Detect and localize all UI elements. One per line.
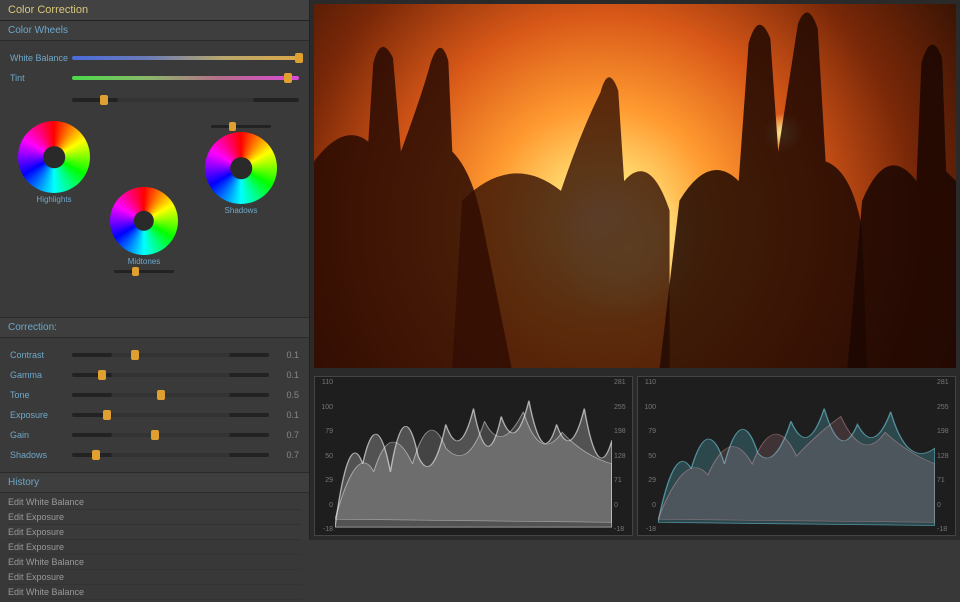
shadows-wheel[interactable]: [205, 132, 277, 204]
tick-label: 79: [640, 428, 656, 435]
tick-label: 71: [614, 477, 630, 484]
exposure-value: 0.1: [275, 410, 299, 420]
shadows-slider[interactable]: [72, 453, 269, 457]
tick-label: 71: [937, 477, 953, 484]
tint-label: Tint: [10, 73, 72, 83]
secondary-thumb[interactable]: [100, 95, 108, 105]
color-wheels-title: Color Wheels: [0, 21, 309, 41]
tick-label: 100: [640, 404, 656, 411]
history-title: History: [0, 473, 309, 493]
tone-value: 0.5: [275, 390, 299, 400]
history-item[interactable]: Edit White Balance: [8, 495, 301, 510]
tone-thumb[interactable]: [157, 390, 165, 400]
slider-thumb[interactable]: [229, 122, 236, 131]
contrast-value: 0.1: [275, 350, 299, 360]
tick-label: 281: [614, 379, 630, 386]
history-item[interactable]: Edit White Balance: [8, 555, 301, 570]
history-item[interactable]: Edit Exposure: [8, 570, 301, 585]
history-item[interactable]: Edit Exposure: [8, 540, 301, 555]
tick-label: 29: [317, 477, 333, 484]
tick-label: 110: [317, 379, 333, 386]
tick-label: -18: [640, 526, 656, 533]
tick-label: 198: [937, 428, 953, 435]
slider-thumb[interactable]: [132, 267, 139, 276]
history-item[interactable]: Edit White Balance: [8, 585, 301, 600]
gamma-thumb[interactable]: [98, 370, 106, 380]
white-balance-label: White Balance: [10, 53, 72, 63]
luma-waveform-scope[interactable]: 110 100 79 50 29 0 -18 281 255 198 128 71 0 -18: [314, 376, 633, 536]
tone-label: Tone: [10, 390, 72, 400]
shadows-label: Shadows: [10, 450, 72, 460]
gain-thumb[interactable]: [151, 430, 159, 440]
midtones-wheel[interactable]: [110, 187, 178, 255]
right-pane: 1101007950290-18 281255198128710-18 1101…: [310, 0, 960, 540]
scope-ticks-left: 110 100 79 50 29 0 -18: [638, 377, 658, 535]
scopes-area: 1101007950290-18 281255198128710-18 1101…: [310, 372, 960, 540]
rgb-waveform: [658, 377, 935, 535]
gamma-label: Gamma: [10, 370, 72, 380]
tone-slider[interactable]: [72, 393, 269, 397]
tick-label: 281: [937, 379, 953, 386]
scope-ticks-left: 110 100 79 50 29 0 -18: [315, 377, 335, 535]
highlights-label: Highlights: [18, 195, 90, 204]
white-balance-thumb[interactable]: [295, 53, 303, 63]
tick-label: 0: [640, 502, 656, 509]
shadows-value: 0.7: [275, 450, 299, 460]
exposure-label: Exposure: [10, 410, 72, 420]
video-preview[interactable]: [314, 4, 956, 368]
tint-thumb[interactable]: [284, 73, 292, 83]
tick-label: -18: [937, 526, 953, 533]
exposure-thumb[interactable]: [103, 410, 111, 420]
correction-section: Contrast 0.1 Gamma 0.1 Tone 0.5 Exposure 0.1 Gai…: [0, 338, 309, 473]
shadows-intensity-slider[interactable]: [211, 125, 271, 128]
tick-label: 110: [640, 379, 656, 386]
gain-label: Gain: [10, 430, 72, 440]
panel-title: Color Correction: [0, 0, 309, 21]
tick-label: 255: [937, 404, 953, 411]
contrast-label: Contrast: [10, 350, 72, 360]
scope-ticks-right: 281 255 198 128 71 0 -18: [935, 377, 955, 535]
tick-label: -18: [317, 526, 333, 533]
white-balance-slider[interactable]: [72, 56, 299, 60]
gain-slider[interactable]: [72, 433, 269, 437]
secondary-slider[interactable]: [72, 98, 299, 102]
highlights-wheel[interactable]: [18, 121, 90, 193]
gamma-slider[interactable]: [72, 373, 269, 377]
color-wheels-section: White Balance Tint Highlights: [0, 41, 309, 318]
history-item[interactable]: Edit Exposure: [8, 525, 301, 540]
preview-silhouettes: [314, 4, 956, 368]
shadows-thumb[interactable]: [92, 450, 100, 460]
tick-label: 79: [317, 428, 333, 435]
luma-waveform: [335, 377, 612, 535]
tick-label: 50: [317, 453, 333, 460]
tint-slider[interactable]: [72, 76, 299, 80]
tick-label: 29: [640, 477, 656, 484]
history-item[interactable]: Edit Exposure: [8, 510, 301, 525]
rgb-parade-scope[interactable]: 110 100 79 50 29 0 -18 281 255 198 128 71 0 -18: [637, 376, 956, 536]
gain-value: 0.7: [275, 430, 299, 440]
history-list: Edit White BalanceEdit ExposureEdit Expo…: [0, 493, 309, 602]
contrast-thumb[interactable]: [131, 350, 139, 360]
tick-label: 50: [640, 453, 656, 460]
tick-label: -18: [614, 526, 630, 533]
tick-label: 255: [614, 404, 630, 411]
tick-label: 128: [937, 453, 953, 460]
midtones-intensity-slider[interactable]: [114, 270, 174, 273]
tick-label: 0: [614, 502, 630, 509]
tick-label: 0: [317, 502, 333, 509]
scope-ticks-right: 281 255 198 128 71 0 -18: [612, 377, 632, 535]
color-correction-panel: Color Correction Color Wheels White Bala…: [0, 0, 310, 540]
tick-label: 100: [317, 404, 333, 411]
exposure-slider[interactable]: [72, 413, 269, 417]
tick-label: 128: [614, 453, 630, 460]
tick-label: 198: [614, 428, 630, 435]
tick-label: 0: [937, 502, 953, 509]
contrast-slider[interactable]: [72, 353, 269, 357]
correction-title: Correction:: [0, 318, 309, 338]
shadows-label: Shadows: [205, 206, 277, 215]
gamma-value: 0.1: [275, 370, 299, 380]
midtones-label: Midtones: [110, 257, 178, 266]
